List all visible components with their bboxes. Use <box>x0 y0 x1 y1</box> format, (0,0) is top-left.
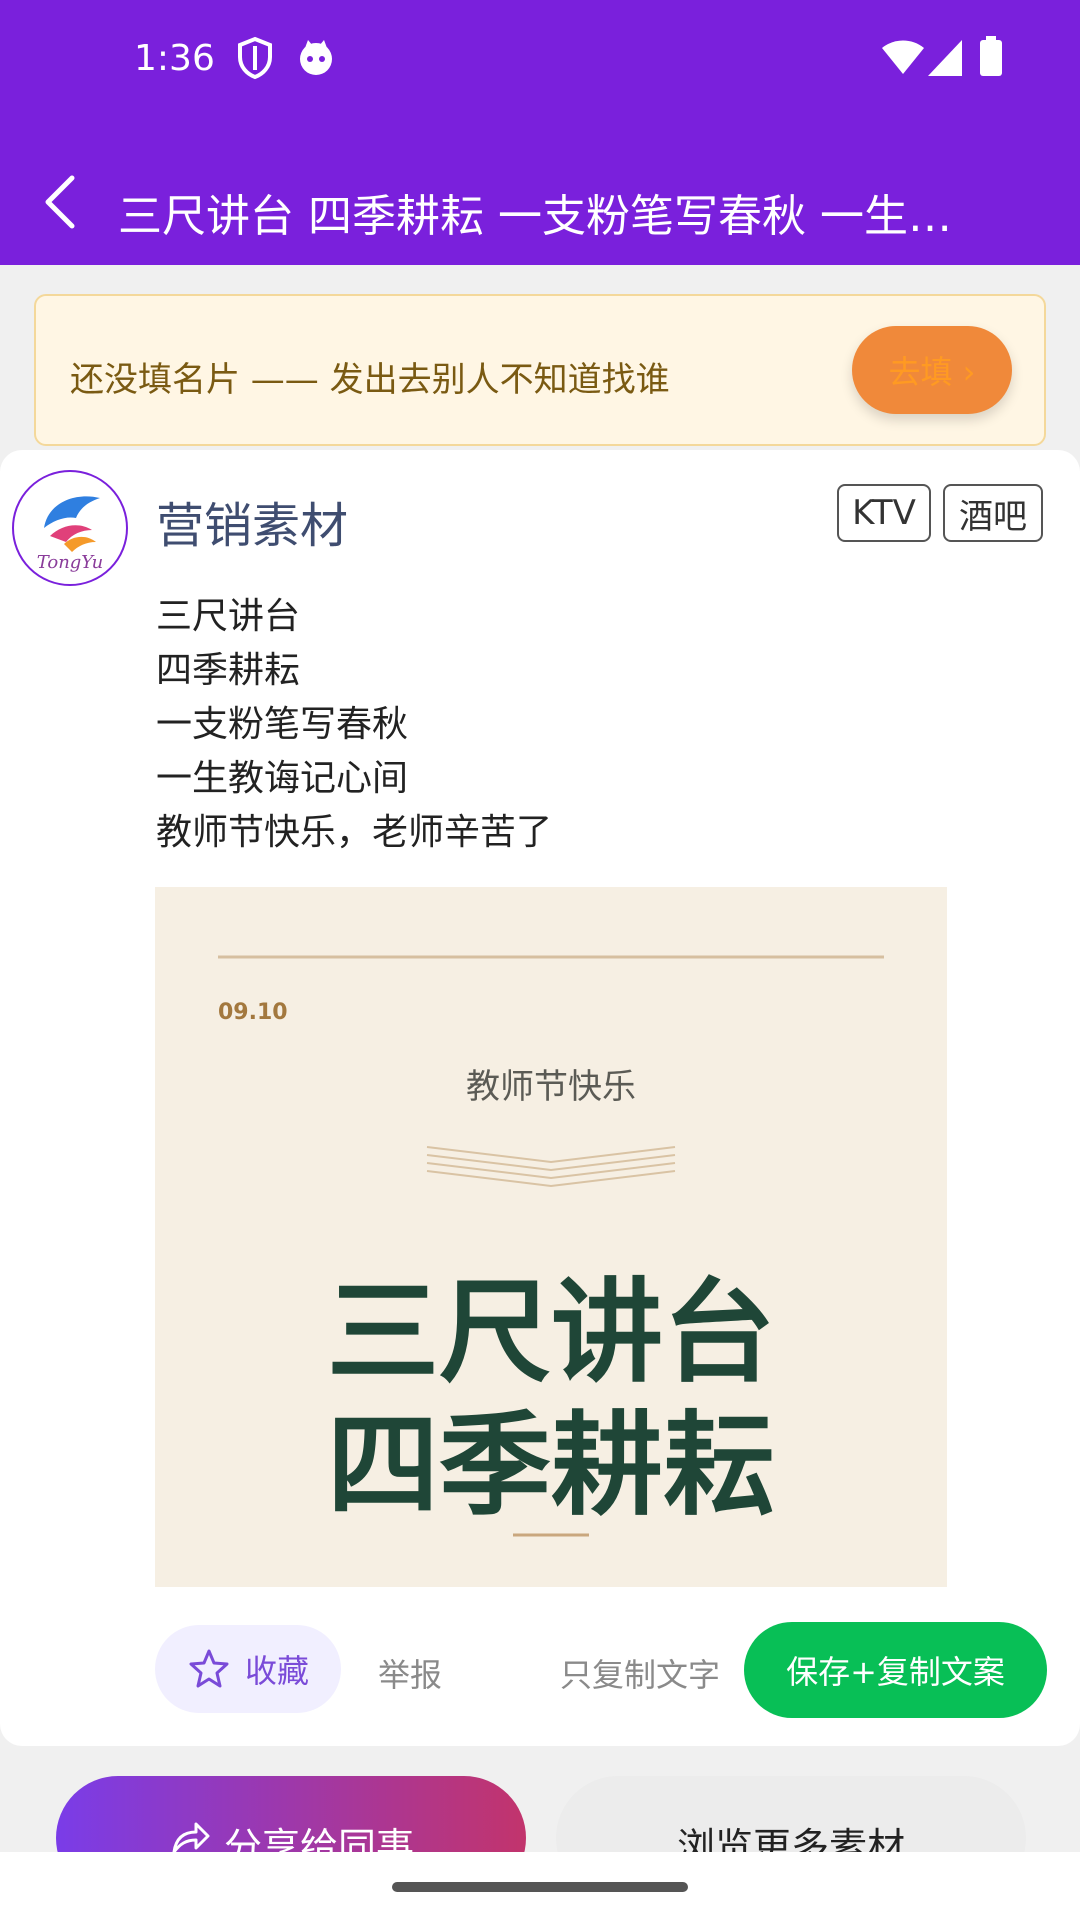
banner-text: 还没填名片 —— 发出去别人不知道找谁 <box>70 360 670 400</box>
home-indicator[interactable] <box>392 1882 688 1892</box>
post-line: 一支粉笔写春秋 <box>156 704 409 745</box>
post-card: TongYu 营销素材 KTV 酒吧 三尺讲台 四季耕耘 一支粉笔写春秋 一生教… <box>0 450 1080 1746</box>
top-app-bar: 1:36 三尺讲台 四季耕耘 一支粉笔写春秋 一生教诲记心间 教师节快乐，老师辛… <box>0 0 1080 265</box>
star-icon <box>189 1649 229 1688</box>
save-and-copy-button[interactable]: 保存+复制文案 <box>744 1622 1047 1718</box>
post-line: 教师节快乐，老师辛苦了 <box>156 812 553 853</box>
fill-card-button[interactable]: 去填 › <box>852 326 1012 414</box>
back-arrow-icon[interactable] <box>38 172 84 232</box>
copy-text-only-link[interactable]: 只复制文字 <box>560 1650 720 1696</box>
author-name: 营销素材 <box>156 498 349 554</box>
poster-headline-2: 四季耕耘 <box>327 1401 775 1531</box>
dolphin-logo-icon: TongYu <box>37 496 103 573</box>
cat-face-icon <box>300 40 332 75</box>
signal-icon <box>928 40 962 76</box>
avatar-caption: TongYu <box>37 552 103 573</box>
post-line: 四季耕耘 <box>156 650 301 691</box>
system-nav-bar <box>0 1852 1080 1920</box>
poster-subtitle: 教师节快乐 <box>466 1067 636 1107</box>
poster-image[interactable]: 09.10 教师节快乐 三尺讲台 四季耕耘 <box>155 887 947 1587</box>
tag-ktv[interactable]: KTV <box>837 484 931 542</box>
wifi-icon <box>882 40 924 74</box>
battery-icon <box>980 36 1002 76</box>
poster-date: 09.10 <box>218 1000 288 1025</box>
avatar[interactable]: TongYu <box>12 470 128 586</box>
shield-icon <box>238 36 272 80</box>
page-title: 三尺讲台 四季耕耘 一支粉笔写春秋 一生教诲记心间 教师节快乐，老师辛苦了 <box>118 191 978 242</box>
report-link[interactable]: 举报 <box>378 1650 442 1696</box>
post-text: 三尺讲台 四季耕耘 一支粉笔写春秋 一生教诲记心间 教师节快乐，老师辛苦了 <box>156 590 552 860</box>
favorite-label: 收藏 <box>244 1652 309 1690</box>
tag-bar[interactable]: 酒吧 <box>943 484 1043 542</box>
favorite-button[interactable]: 收藏 <box>155 1625 341 1713</box>
post-line: 三尺讲台 <box>156 596 301 637</box>
status-time: 1:36 <box>134 38 215 79</box>
name-card-banner: 还没填名片 —— 发出去别人不知道找谁 去填 › <box>34 294 1046 446</box>
post-line: 一生教诲记心间 <box>156 758 409 799</box>
